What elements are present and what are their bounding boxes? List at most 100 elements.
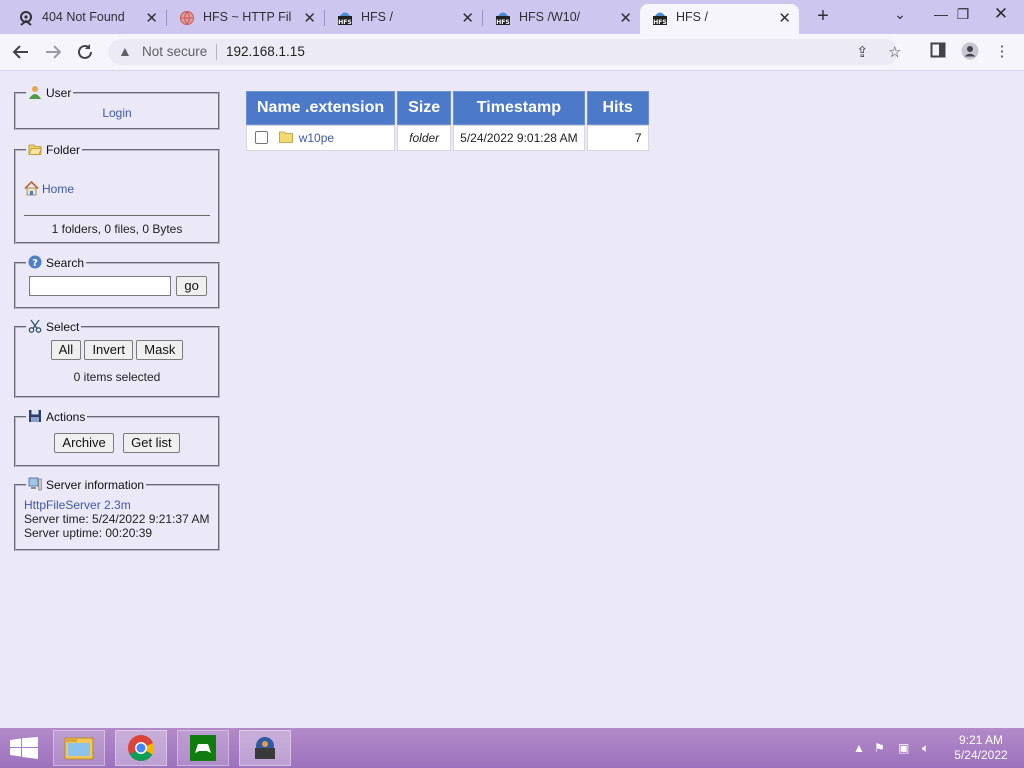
url-text[interactable]: 192.168.1.15 <box>226 44 305 59</box>
tab-title: HFS /W10/ <box>519 10 581 24</box>
hfs-favicon-icon: HFS <box>653 12 667 26</box>
taskbar-xbox-game-bar[interactable] <box>177 730 229 766</box>
network-icon[interactable]: ▣ <box>898 741 909 755</box>
login-link[interactable]: Login <box>102 106 131 120</box>
user-panel-legend: User <box>26 85 73 100</box>
user-panel: User Login <box>14 85 220 130</box>
side-panel-glyph-icon <box>930 42 946 58</box>
row-select-checkbox[interactable] <box>255 131 268 144</box>
home-row[interactable]: Home <box>24 180 210 201</box>
share-icon[interactable]: ⇪ <box>856 43 869 61</box>
hfs-favicon-icon <box>20 11 32 26</box>
tab-hfs-http-file-server[interactable]: HFS ~ HTTP File Server ✕ <box>167 4 324 34</box>
back-button[interactable] <box>8 40 34 64</box>
search-input[interactable] <box>29 276 171 296</box>
tab-close-icon[interactable]: ✕ <box>303 6 316 32</box>
reload-icon <box>78 44 92 59</box>
timestamp-column-header[interactable]: Timestamp <box>453 91 585 125</box>
home-link[interactable]: Home <box>42 182 74 196</box>
name-column-header[interactable]: Name .extension <box>246 91 396 125</box>
clock-time: 9:21 AM <box>958 733 1004 747</box>
hfs-app-icon <box>255 737 275 759</box>
folder-icon <box>279 131 294 143</box>
hfs-favicon-icon: HFS <box>338 12 352 26</box>
forward-button[interactable] <box>40 40 66 64</box>
file-explorer-icon <box>64 737 94 760</box>
hfs-page: User Login Folder Home 1 folders, 0 file… <box>0 71 1024 728</box>
table-row: w10pe folder 5/24/2022 9:01:28 AM 7 <box>246 125 649 151</box>
tab-strip: 404 Not Found ✕ HFS ~ HTTP File Server ✕… <box>0 0 1024 34</box>
select-panel: Select All Invert Mask 0 items selected <box>14 319 220 398</box>
folder-panel-legend: Folder <box>26 142 82 157</box>
show-hidden-icons-chevron-icon[interactable]: ▲ <box>853 741 865 755</box>
menu-kebab-icon[interactable]: ⋮ <box>992 42 1012 62</box>
search-row: go <box>29 276 210 296</box>
reload-button[interactable] <box>72 40 98 64</box>
actions-panel: Actions Archive Get list <box>14 409 220 467</box>
computer-icon <box>28 477 42 491</box>
mask-button[interactable]: Mask <box>136 340 184 360</box>
size-column-header[interactable]: Size <box>397 91 452 125</box>
actions-panel-title: Actions <box>46 410 86 424</box>
open-folder-icon <box>28 144 42 155</box>
folder-link[interactable]: w10pe <box>299 131 334 145</box>
tab-close-icon[interactable]: ✕ <box>778 6 791 32</box>
tab-hfs-root-active[interactable]: HFS HFS / ✕ <box>640 4 799 34</box>
security-label[interactable]: Not secure <box>142 44 207 59</box>
invert-button[interactable]: Invert <box>84 340 133 360</box>
address-bar[interactable]: ▲ Not secure 192.168.1.15 ⇪ ☆ <box>108 39 901 65</box>
get-list-button[interactable]: Get list <box>123 433 180 453</box>
hfs-favicon-icon: HFS <box>496 12 510 26</box>
volume-muted-icon[interactable]: 🔈︎ <box>922 741 929 756</box>
taskbar-hfs[interactable] <box>239 730 291 766</box>
help-search-icon: ? <box>28 255 42 269</box>
back-arrow-icon <box>12 45 28 59</box>
select-panel-legend: Select <box>26 319 81 334</box>
tab-404-not-found[interactable]: 404 Not Found ✕ <box>6 4 166 34</box>
server-uptime: Server uptime: 00:20:39 <box>24 526 153 540</box>
svg-text:HFS: HFS <box>496 19 509 26</box>
bookmark-star-icon[interactable]: ☆ <box>888 43 901 61</box>
taskbar-chrome[interactable] <box>115 730 167 766</box>
hits-column-header[interactable]: Hits <box>586 91 649 125</box>
archive-button[interactable]: Archive <box>54 433 114 453</box>
taskbar-file-explorer[interactable] <box>53 730 105 766</box>
folder-panel: Folder Home 1 folders, 0 files, 0 Bytes <box>14 142 220 244</box>
restore-button[interactable]: ❐ <box>946 0 980 30</box>
search-panel-title: Search <box>46 256 85 270</box>
search-panel-legend: ? Search <box>26 255 86 270</box>
tab-search-chevron-icon[interactable]: ⌄ <box>883 0 917 30</box>
warning-icon[interactable]: ▲ <box>118 43 132 59</box>
file-list-table: Name .extension Size Timestamp Hits w10p… <box>244 91 651 151</box>
server-info-panel: Server information HttpFileServer 2.3m S… <box>14 477 220 551</box>
search-panel: ? Search go <box>14 255 220 309</box>
floppy-disk-icon <box>29 410 41 422</box>
scissors-icon <box>28 319 42 333</box>
folder-summary: 1 folders, 0 files, 0 Bytes <box>24 215 210 236</box>
hfs-software-link[interactable]: HttpFileServer 2.3m <box>24 498 131 512</box>
tab-close-icon[interactable]: ✕ <box>145 6 158 32</box>
server-info-panel-legend: Server information <box>26 477 146 492</box>
server-time: Server time: 5/24/2022 9:21:37 AM <box>24 512 210 526</box>
tab-title: HFS / <box>676 10 708 24</box>
close-window-button[interactable]: ✕ <box>984 0 1018 30</box>
select-all-button[interactable]: All <box>50 340 82 360</box>
browser-toolbar: ▲ Not secure 192.168.1.15 ⇪ ☆ ⋮ <box>0 34 1024 71</box>
tab-hfs-root[interactable]: HFS HFS / ✕ <box>325 4 482 34</box>
windows-start-button[interactable] <box>10 737 38 762</box>
select-buttons: All Invert Mask <box>24 340 210 360</box>
profile-avatar-icon[interactable] <box>960 42 980 62</box>
windows-logo-icon <box>10 737 38 759</box>
forward-arrow-icon <box>46 45 62 59</box>
tab-hfs-w10[interactable]: HFS HFS /W10/ ✕ <box>483 4 640 34</box>
svg-text:HFS: HFS <box>338 19 351 26</box>
tab-close-icon[interactable]: ✕ <box>619 6 632 32</box>
tab-close-icon[interactable]: ✕ <box>461 6 474 32</box>
taskbar-clock[interactable]: 9:21 AM 5/24/2022 <box>946 733 1016 763</box>
side-panel-icon[interactable] <box>928 42 948 62</box>
selection-status: 0 items selected <box>73 370 161 384</box>
action-center-flag-icon[interactable]: ⚑ <box>874 741 885 755</box>
new-tab-button[interactable]: + <box>810 4 836 30</box>
home-icon <box>24 180 39 196</box>
go-button[interactable]: go <box>176 276 207 296</box>
